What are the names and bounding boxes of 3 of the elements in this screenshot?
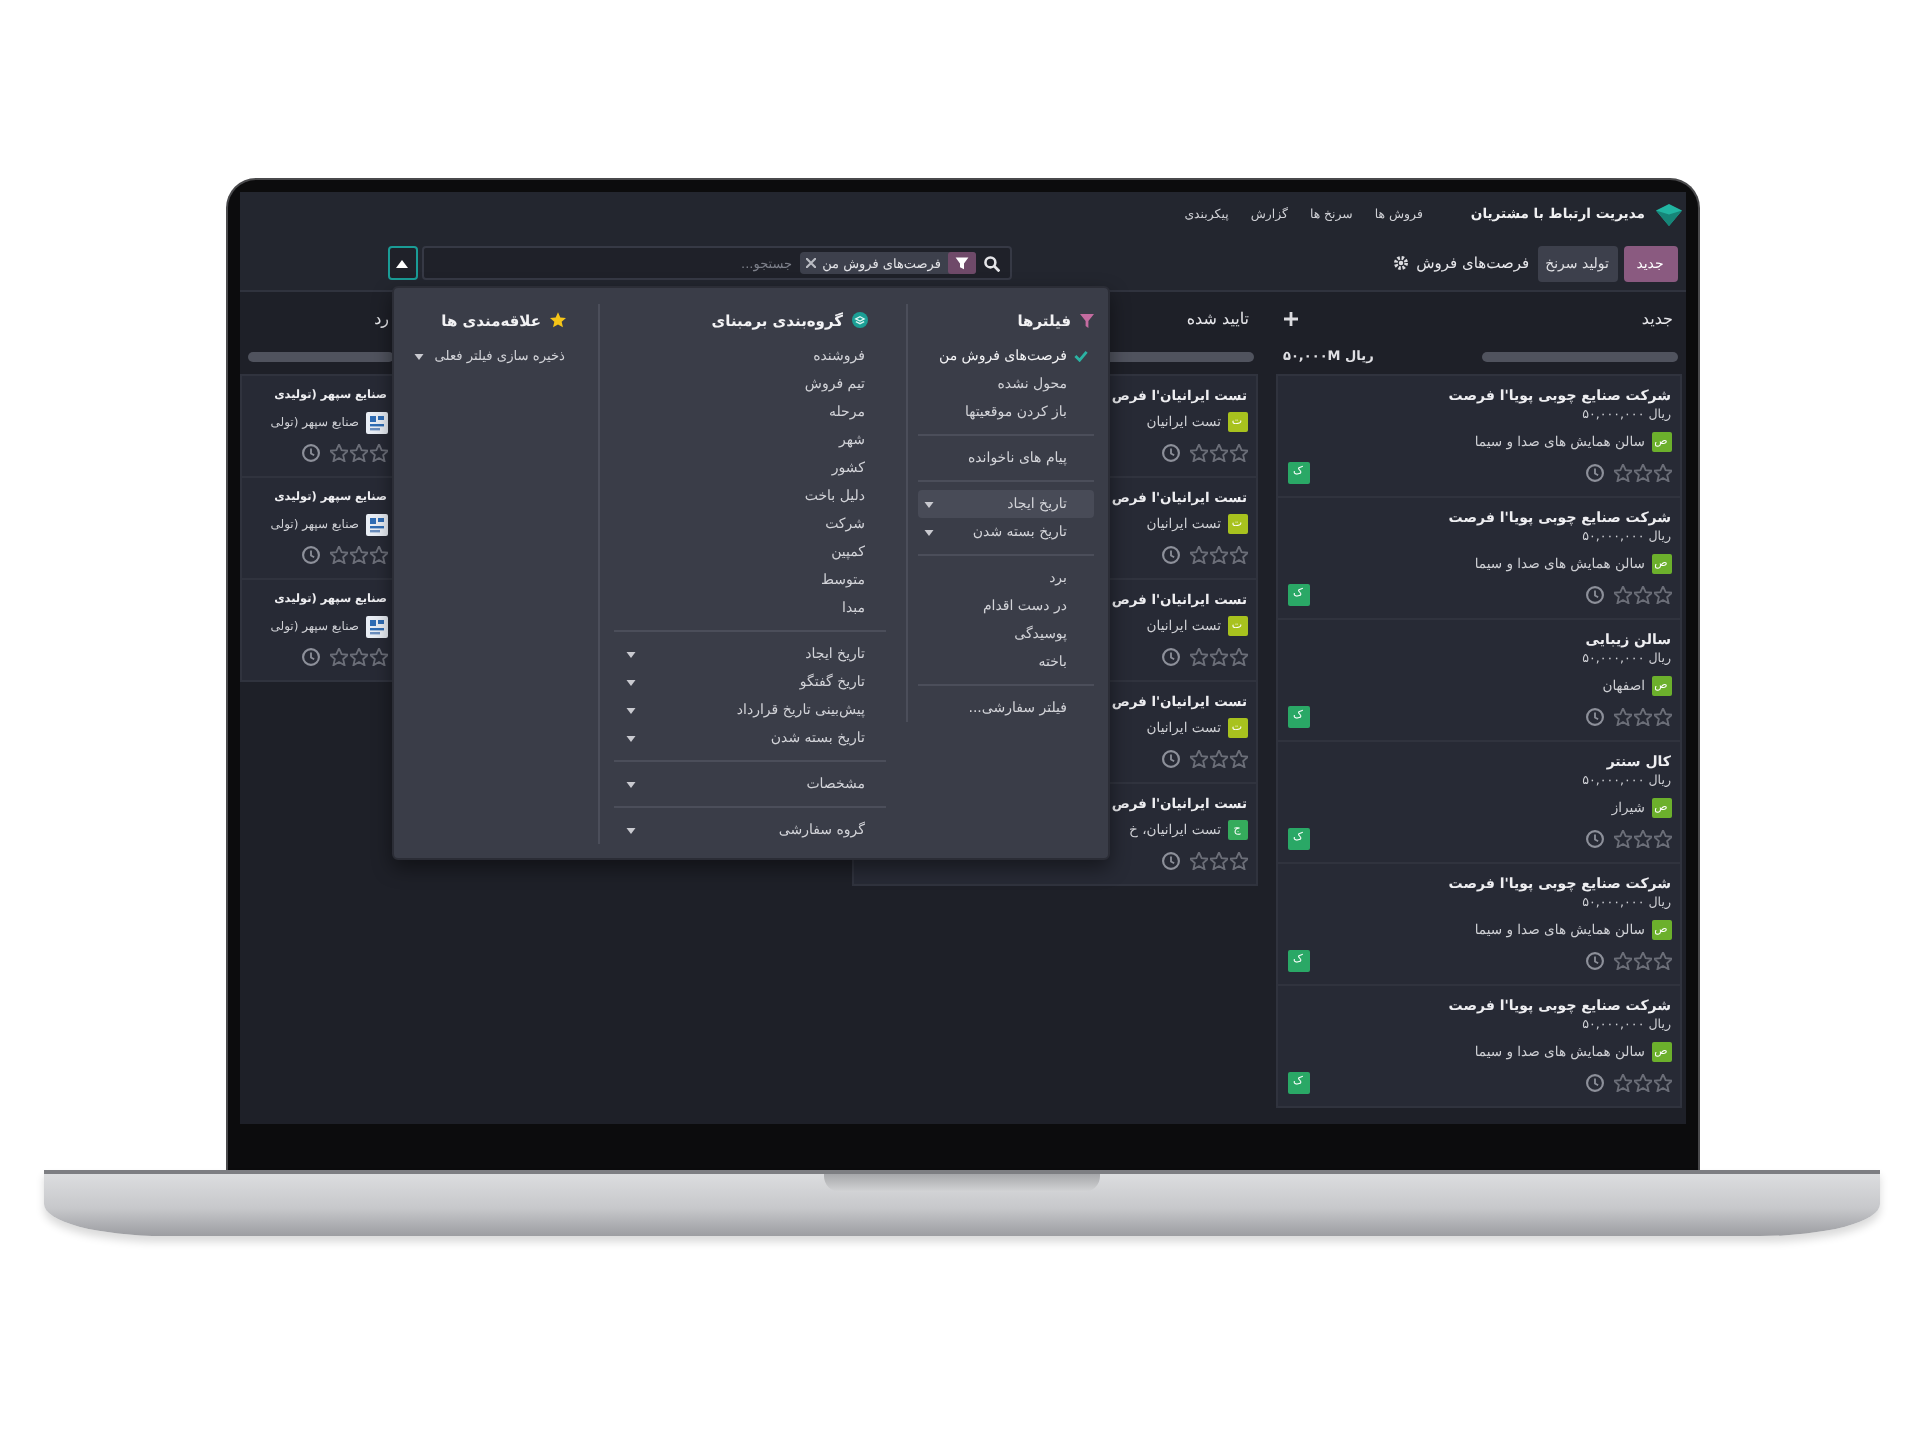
column-title: تایید شده bbox=[1186, 309, 1249, 327]
column-title: رد bbox=[374, 309, 389, 327]
column-title: جدید bbox=[1641, 309, 1673, 327]
